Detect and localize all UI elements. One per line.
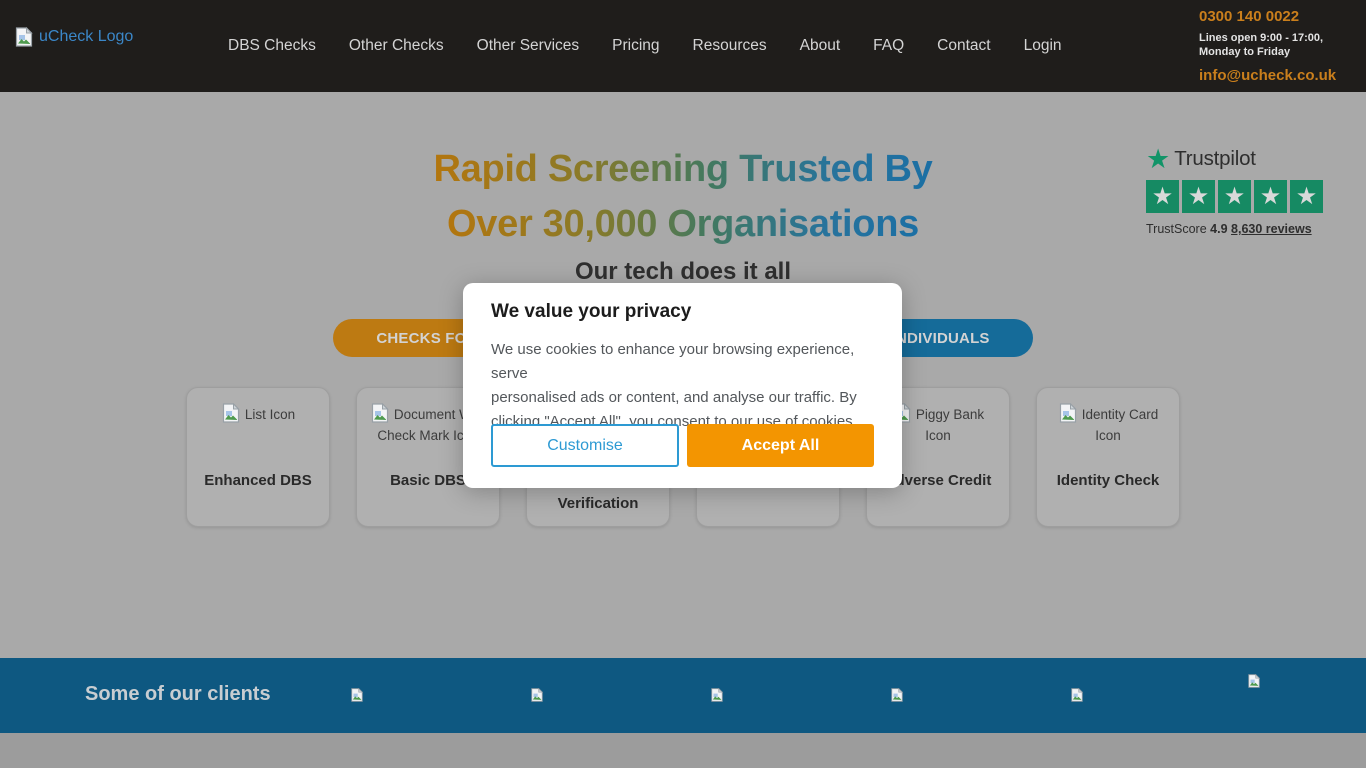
reviews-count-link[interactable]: 8,630 reviews (1231, 222, 1312, 236)
card-icon-alt: List Icon (245, 407, 295, 422)
trustscore-value: 4.9 (1210, 222, 1227, 236)
nav-login[interactable]: Login (1024, 37, 1062, 55)
opening-hours-text: Lines open 9:00 - 17:00, Monday to Frida… (1199, 31, 1354, 59)
cookie-modal-buttons: Customise Accept All (491, 424, 874, 467)
trustpilot-star: ★ (1182, 180, 1215, 213)
card-icon-alt: Identity Card Icon (1082, 407, 1159, 443)
broken-image-icon (370, 403, 390, 423)
client-logo-broken-image-icon (1070, 688, 1084, 702)
client-logo-broken-image-icon (1247, 674, 1261, 688)
card-title: Enhanced DBS (187, 469, 329, 492)
card-enhanced-dbs[interactable]: List Icon Enhanced DBS (186, 387, 330, 527)
ucheck-homepage: uCheck Logo DBS Checks Other Checks Othe… (0, 0, 1366, 768)
trustpilot-star-icon: ★ (1146, 146, 1170, 172)
clients-heading: Some of our clients (85, 683, 271, 706)
nav-resources[interactable]: Resources (693, 37, 767, 55)
trustpilot-rating-stars: ★ ★ ★ ★ ★ (1146, 180, 1323, 213)
client-logo-broken-image-icon (530, 688, 544, 702)
phone-link[interactable]: 0300 140 0022 (1199, 8, 1354, 25)
trustpilot-widget: ★ Trustpilot ★ ★ ★ ★ ★ TrustScore 4.9 8,… (1146, 146, 1323, 236)
client-logo-broken-image-icon (890, 688, 904, 702)
trustpilot-brand-text: Trustpilot (1174, 147, 1256, 171)
nav-faq[interactable]: FAQ (873, 37, 904, 55)
trustpilot-logo: ★ Trustpilot (1146, 146, 1323, 172)
nav-contact[interactable]: Contact (937, 37, 990, 55)
nav-other-checks[interactable]: Other Checks (349, 37, 444, 55)
broken-image-icon (1058, 403, 1078, 423)
cookie-body-line: We use cookies to enhance your browsing … (491, 338, 874, 386)
top-navigation-bar: uCheck Logo DBS Checks Other Checks Othe… (0, 0, 1366, 92)
trustscore-line: TrustScore 4.9 8,630 reviews (1146, 222, 1323, 236)
card-identity-check[interactable]: Identity Card Icon Identity Check (1036, 387, 1180, 527)
cookie-modal-body: We use cookies to enhance your browsing … (491, 338, 874, 434)
cookie-body-line: personalised ads or content, and analyse… (491, 386, 874, 410)
trustpilot-star: ★ (1254, 180, 1287, 213)
logo-alt-text: uCheck Logo (39, 28, 133, 46)
nav-dbs-checks[interactable]: DBS Checks (228, 37, 316, 55)
trustpilot-star: ★ (1290, 180, 1323, 213)
broken-image-icon (221, 403, 241, 423)
client-logo-broken-image-icon (710, 688, 724, 702)
main-nav: DBS Checks Other Checks Other Services P… (228, 0, 1062, 92)
trustscore-label: TrustScore (1146, 222, 1207, 236)
ucheck-logo-link[interactable]: uCheck Logo (14, 27, 133, 47)
cookie-modal-title: We value your privacy (491, 301, 874, 323)
clients-band: Some of our clients (0, 658, 1366, 733)
cookie-consent-modal: We value your privacy We use cookies to … (463, 283, 902, 488)
broken-image-icon (14, 27, 34, 47)
footer-strip (0, 733, 1366, 768)
accept-all-button[interactable]: Accept All (687, 424, 874, 467)
customise-button[interactable]: Customise (491, 424, 679, 467)
trustpilot-star: ★ (1146, 180, 1179, 213)
client-logo-broken-image-icon (350, 688, 364, 702)
nav-about[interactable]: About (800, 37, 841, 55)
hero-heading-line1: Rapid Screening Trusted By (434, 142, 933, 197)
hero-tagline: Our tech does it all (0, 258, 1366, 286)
nav-other-services[interactable]: Other Services (477, 37, 580, 55)
trustpilot-star: ★ (1218, 180, 1251, 213)
email-link[interactable]: info@ucheck.co.uk (1199, 67, 1354, 84)
hero-heading-line2: Over 30,000 Organisations (447, 197, 919, 252)
nav-pricing[interactable]: Pricing (612, 37, 659, 55)
card-title: Identity Check (1037, 469, 1179, 492)
card-icon-alt: Piggy Bank Icon (916, 407, 984, 443)
header-contact-block: 0300 140 0022 Lines open 9:00 - 17:00, M… (1199, 8, 1354, 84)
